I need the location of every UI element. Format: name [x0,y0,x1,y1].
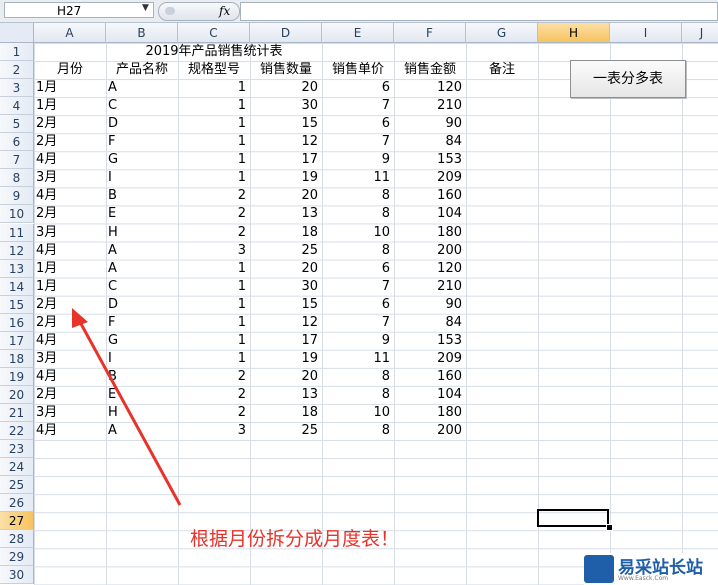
site-logo-icon [584,555,614,583]
watermark: 易采站长站 Www.Easck.Com [584,553,718,585]
watermark-subtitle: Www.Easck.Com [618,575,669,582]
annotation-text: 根据月份拆分成月度表！ [190,528,400,550]
annotation-arrow [72,308,182,506]
